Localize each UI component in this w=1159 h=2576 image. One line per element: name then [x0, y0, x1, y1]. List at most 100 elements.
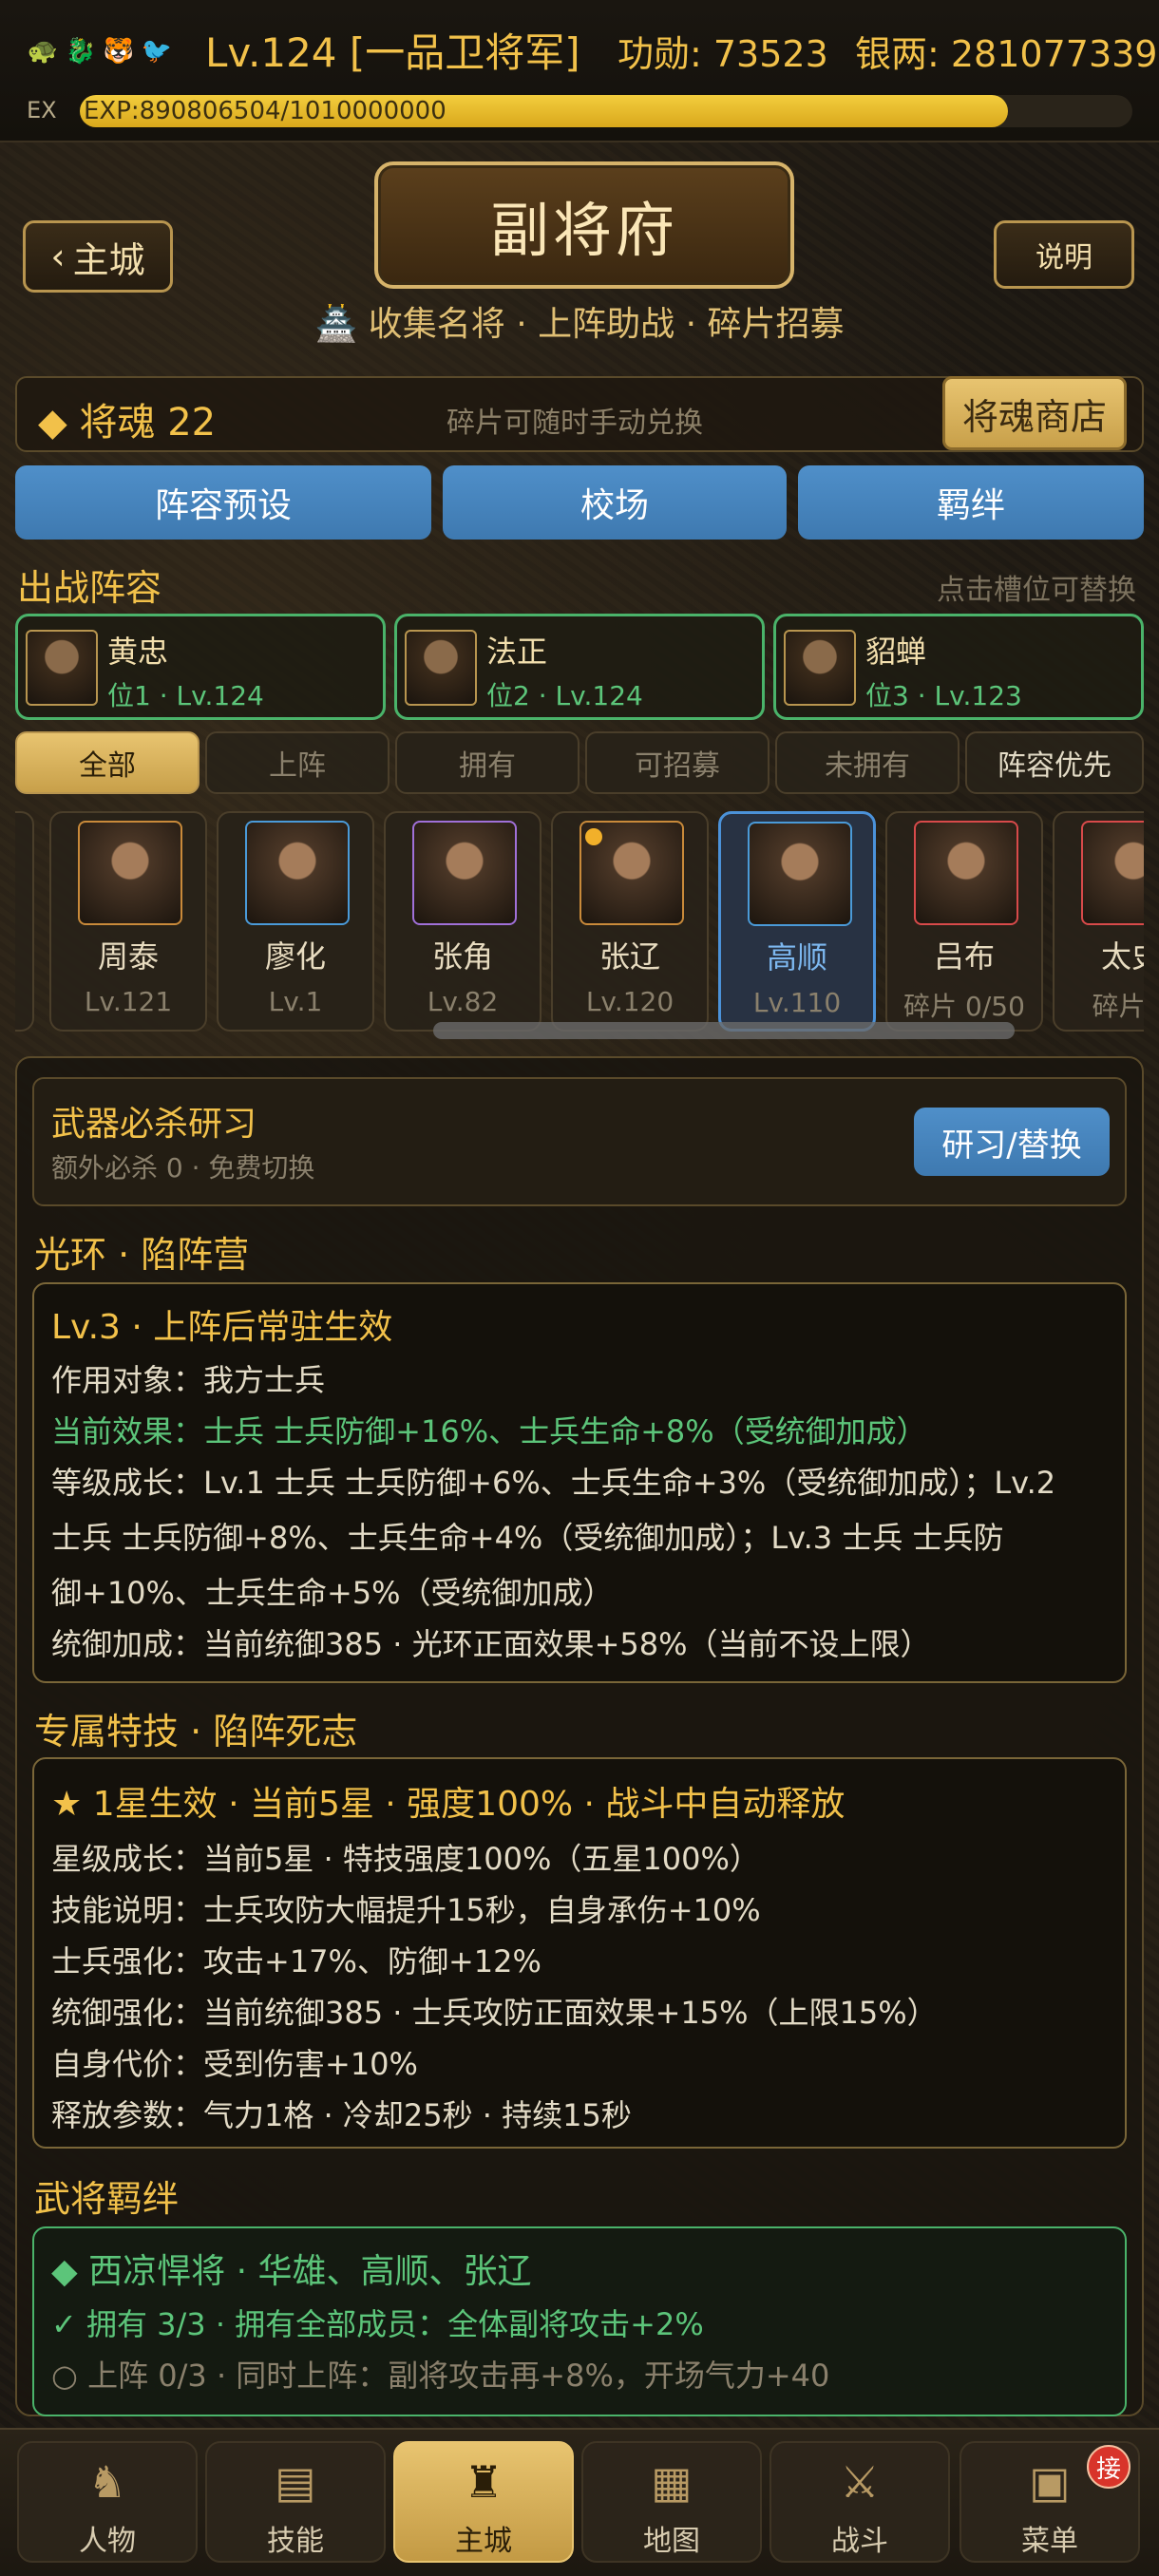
- nav-skills[interactable]: ▤ 技能: [205, 2441, 386, 2563]
- hero-name: 廖化: [264, 938, 326, 975]
- dragon-icon: 🐉: [65, 37, 97, 66]
- soul-count: ◆ 将魂 22: [38, 401, 217, 445]
- nav-label: 人物: [79, 2525, 136, 2558]
- filter-tab-unowned[interactable]: 未拥有: [775, 731, 960, 794]
- hero-portrait: [245, 821, 350, 925]
- skill-scroll-icon: ▤: [275, 2456, 316, 2508]
- nav-battle[interactable]: ⚔ 战斗: [770, 2441, 950, 2563]
- hero-name: 张角: [431, 938, 493, 975]
- hero-card-list[interactable]: 周泰 Lv.121 廖化 Lv.1 张角 Lv.82 张辽 Lv.120 高顺 …: [15, 807, 1144, 1035]
- aura-level-line: Lv.3 · 上阵后常驻生效: [51, 1308, 393, 1347]
- hero-name: 张辽: [598, 938, 660, 975]
- lineup-slot-level: 位3 · Lv.123: [865, 680, 1022, 711]
- filter-tab-owned[interactable]: 拥有: [395, 731, 580, 794]
- hero-card-taishi[interactable]: 太史 碎片 0: [1053, 811, 1144, 1032]
- avatar: [784, 630, 856, 706]
- nav-label: 战斗: [831, 2525, 888, 2558]
- bond-name-line: ◆ 西凉悍将 · 华雄、高顺、张辽: [51, 2252, 532, 2291]
- nav-label: 技能: [267, 2525, 324, 2558]
- hero-portrait: [1081, 821, 1144, 925]
- lineup-slot-level: 位2 · Lv.124: [486, 680, 643, 711]
- hero-level: Lv.121: [84, 986, 173, 1017]
- nav-character[interactable]: ♞ 人物: [17, 2441, 198, 2563]
- hero-card[interactable]: [15, 811, 34, 1032]
- silver-counter: 银两: 281077339: [855, 33, 1158, 75]
- lineup-section-title: 出战阵容: [17, 567, 162, 609]
- menu-notification-badge: 接: [1087, 2445, 1130, 2489]
- hero-card-zhoutai[interactable]: 周泰 Lv.121: [49, 811, 207, 1032]
- hero-portrait: [914, 821, 1018, 925]
- bond-deployed-line: ○ 上阵 0/3 · 同时上阵：副将攻击再+8%，开场气力+40: [51, 2358, 830, 2394]
- hero-name: 周泰: [97, 938, 159, 975]
- lineup-slot-1[interactable]: 黄忠 位1 · Lv.124: [15, 614, 386, 720]
- nav-main-city[interactable]: ♜ 主城: [393, 2441, 574, 2563]
- lineup-slot-name: 貂蝉: [865, 634, 927, 670]
- skill-section-title: 专属特技 · 陷阵死志: [34, 1711, 358, 1752]
- avatar: [26, 630, 98, 706]
- player-avatar-row[interactable]: 🐢 🐉 🐯 🐦: [25, 25, 175, 78]
- help-button[interactable]: 说明: [994, 220, 1134, 289]
- skill-desc-line: 技能说明：士兵攻防大幅提升15秒，自身承伤+10%: [51, 1892, 761, 1928]
- tiger-icon: 🐯: [103, 37, 135, 66]
- lineup-preset-button[interactable]: 阵容预设: [15, 465, 431, 540]
- bond-section-title: 武将羁绊: [34, 2178, 180, 2220]
- soul-shop-button[interactable]: 将魂商店: [942, 376, 1127, 450]
- aura-current-effect: 当前效果：士兵 士兵防御+16%、士兵生命+8%（受统御加成）: [51, 1413, 927, 1449]
- bonds-button[interactable]: 羁绊: [798, 465, 1144, 540]
- training-ground-button[interactable]: 校场: [443, 465, 787, 540]
- filter-tab-lineup-priority[interactable]: 阵容优先: [965, 731, 1144, 794]
- skill-troop-line: 士兵强化：攻击+17%、防御+12%: [51, 1943, 542, 1979]
- aura-command-bonus: 统御加成：当前统御385 · 光环正面效果+58%（当前不设上限）: [51, 1626, 931, 1662]
- weapon-study-sub: 额外必杀 0 · 免费切换: [51, 1152, 315, 1184]
- notification-dot: [585, 828, 602, 845]
- skill-growth-line: 星级成长：当前5星 · 特技强度100%（五星100%）: [51, 1841, 760, 1877]
- hero-name: 高顺: [766, 939, 827, 975]
- hero-name: 太史: [1100, 938, 1144, 975]
- weapon-study-title: 武器必杀研习: [51, 1105, 257, 1144]
- skill-param-line: 释放参数：气力1格 · 冷却25秒 · 持续15秒: [51, 2097, 632, 2133]
- page-title: 副将府: [374, 161, 794, 289]
- hero-portrait: [748, 822, 852, 926]
- filter-tab-all[interactable]: 全部: [15, 731, 200, 794]
- hero-level: Lv.1: [268, 986, 323, 1017]
- hero-portrait: [412, 821, 517, 925]
- filter-tab-deployed[interactable]: 上阵: [205, 731, 390, 794]
- avatar: [405, 630, 477, 706]
- character-icon: ♞: [87, 2456, 127, 2508]
- castle-icon: ♜: [464, 2456, 504, 2508]
- hero-portrait: [78, 821, 182, 925]
- back-button-label: 主城: [72, 238, 145, 281]
- hero-card-zhangjiao[interactable]: 张角 Lv.82: [384, 811, 542, 1032]
- lineup-hint: 点击槽位可替换: [937, 574, 1136, 607]
- hero-name: 吕布: [933, 938, 995, 975]
- hero-card-lvbu[interactable]: 吕布 碎片 0/50: [885, 811, 1043, 1032]
- hero-card-gaoshun[interactable]: 高顺 Lv.110: [718, 811, 876, 1032]
- nav-map[interactable]: ▦ 地图: [581, 2441, 762, 2563]
- chevron-left-icon: ‹: [50, 236, 66, 277]
- lineup-slot-2[interactable]: 法正 位2 · Lv.124: [394, 614, 765, 720]
- aura-growth-line-3: 御+10%、士兵生命+5%（受统御加成）: [51, 1575, 614, 1611]
- hero-level: 碎片 0/50: [903, 991, 1025, 1022]
- nav-label: 菜单: [1021, 2525, 1078, 2558]
- crossed-swords-icon: ⚔: [840, 2456, 880, 2508]
- player-level-title: Lv.124 [一品卫将军]: [205, 29, 580, 76]
- hero-card-liaohua[interactable]: 廖化 Lv.1: [217, 811, 374, 1032]
- lineup-slot-name: 黄忠: [107, 634, 169, 670]
- aura-section-title: 光环 · 陷阵营: [34, 1234, 250, 1276]
- aura-growth-line-1: 等级成长：Lv.1 士兵 士兵防御+6%、士兵生命+3%（受统御加成）；Lv.2: [51, 1465, 1056, 1501]
- ex-label: EX: [27, 97, 57, 123]
- study-replace-button[interactable]: 研习/替换: [914, 1108, 1110, 1176]
- nav-label: 地图: [643, 2525, 700, 2558]
- lineup-slot-3[interactable]: 貂蝉 位3 · Lv.123: [773, 614, 1144, 720]
- back-to-city-button[interactable]: ‹ 主城: [23, 220, 173, 293]
- skill-cost-line: 自身代价：受到伤害+10%: [51, 2046, 418, 2082]
- phoenix-icon: 🐦: [141, 37, 173, 66]
- nav-label: 主城: [455, 2525, 512, 2558]
- map-icon: ▦: [651, 2456, 693, 2508]
- hero-card-zhangliao[interactable]: 张辽 Lv.120: [551, 811, 709, 1032]
- skill-star-line: ★ 1星生效 · 当前5星 · 强度100% · 战斗中自动释放: [51, 1785, 846, 1824]
- hero-list-scrollbar[interactable]: [433, 1022, 1015, 1039]
- hero-level: Lv.120: [585, 986, 674, 1017]
- filter-tab-recruitable[interactable]: 可招募: [585, 731, 770, 794]
- merit-counter: 功勋: 73523: [618, 33, 828, 75]
